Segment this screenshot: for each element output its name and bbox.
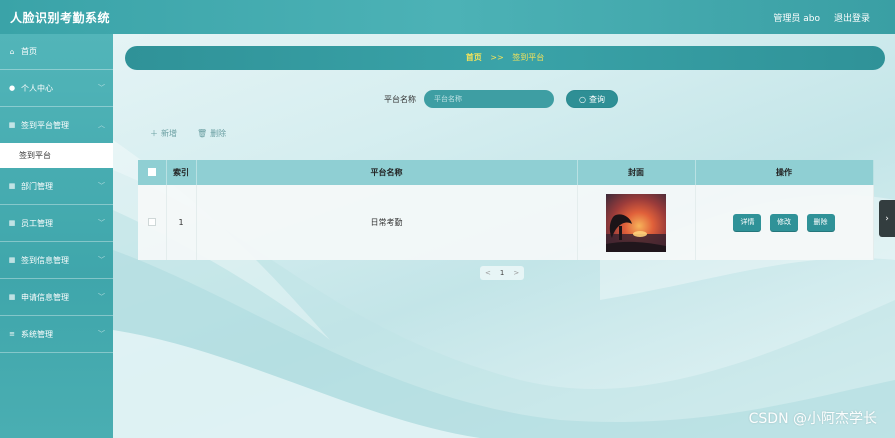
detail-button[interactable]: 详情: [733, 214, 762, 231]
delete-button-label: 删除: [210, 129, 227, 138]
search-button[interactable]: ○ 查询: [566, 90, 618, 108]
column-header-cover: 封面: [577, 160, 696, 185]
column-header-ops: 操作: [695, 160, 874, 185]
chevron-down-icon: ﹀: [98, 182, 105, 190]
app-title: 人脸识别考勤系统: [10, 11, 111, 25]
sidebar: ⌂ 首页 ● 个人中心 ﹀ ▦ 签到平台管理 ︿ 签到平台 ▦ 部门管理 ﹀ ▦…: [0, 34, 113, 438]
table-header-row: 索引 平台名称 封面 操作: [138, 160, 874, 185]
plus-icon: ＋: [150, 129, 158, 138]
user-label: 管理员 abo: [773, 14, 820, 24]
search-input[interactable]: [424, 90, 554, 108]
grid-icon: ▦: [8, 121, 16, 129]
top-right-links: 管理员 abo 退出登录: [773, 11, 870, 24]
grid-icon: ▦: [8, 182, 16, 190]
add-button[interactable]: ＋ 新增: [150, 128, 177, 139]
sidebar-item-label: 签到信息管理: [21, 255, 69, 265]
data-table: 索引 平台名称 封面 操作 1 日常考勤 详情 修改 删除: [138, 160, 874, 260]
grid-icon: ▦: [8, 219, 16, 227]
sidebar-item-label: 员工管理: [21, 218, 53, 228]
logout-link[interactable]: 退出登录: [834, 11, 870, 24]
chevron-down-icon: ﹀: [98, 293, 105, 301]
row-checkbox[interactable]: [147, 217, 156, 226]
cell-name: 日常考勤: [196, 185, 578, 260]
search-row: 平台名称 ○ 查询: [384, 90, 618, 108]
sidebar-item-system[interactable]: ≡ 系统管理 ﹀: [0, 316, 113, 353]
grid-icon: ▦: [8, 293, 16, 301]
top-bar: 人脸识别考勤系统 管理员 abo 退出登录: [0, 0, 895, 34]
chevron-up-icon: ︿: [98, 121, 105, 129]
sidebar-item-profile[interactable]: ● 个人中心 ﹀: [0, 70, 113, 107]
table-row: 1 日常考勤 详情 修改 删除: [138, 185, 874, 260]
sidebar-item-platform-management[interactable]: ▦ 签到平台管理 ︿: [0, 107, 113, 144]
list-icon: ≡: [9, 330, 15, 338]
cell-ops: 详情 修改 删除: [695, 185, 874, 260]
sidebar-item-label: 签到平台管理: [21, 120, 69, 130]
sidebar-item-home[interactable]: ⌂ 首页: [0, 34, 113, 70]
sidebar-item-signin-info[interactable]: ▦ 签到信息管理 ﹀: [0, 242, 113, 279]
column-header-name: 平台名称: [196, 160, 578, 185]
row-delete-button[interactable]: 删除: [806, 214, 835, 231]
trash-icon: 🗑: [197, 129, 208, 138]
sidebar-item-application-info[interactable]: ▦ 申请信息管理 ﹀: [0, 279, 113, 316]
sunset-tree-image: [606, 213, 666, 252]
select-all-checkbox[interactable]: [147, 167, 156, 176]
select-all-checkbox-cell[interactable]: [138, 160, 167, 185]
cover-image[interactable]: [606, 193, 666, 252]
sidebar-item-department[interactable]: ▦ 部门管理 ﹀: [0, 168, 113, 205]
sidebar-subitem-platform[interactable]: 签到平台: [0, 143, 113, 168]
breadcrumb: 首页 >> 签到平台: [125, 46, 885, 70]
breadcrumb-current: 签到平台: [512, 53, 545, 62]
column-header-index: 索引: [166, 160, 197, 185]
side-toggle-button[interactable]: ›: [879, 200, 895, 237]
pager-next-button[interactable]: >: [513, 269, 519, 277]
breadcrumb-separator: >>: [490, 53, 504, 62]
row-checkbox-cell[interactable]: [138, 185, 167, 260]
sidebar-item-label: 系统管理: [21, 329, 53, 339]
pager-page-number[interactable]: 1: [500, 269, 504, 277]
user-icon: ●: [8, 84, 16, 92]
cell-cover: [577, 185, 696, 260]
delete-button[interactable]: 🗑 删除: [197, 128, 226, 139]
sidebar-item-employee[interactable]: ▦ 员工管理 ﹀: [0, 205, 113, 242]
search-button-label: 查询: [588, 94, 605, 104]
search-icon: ○: [579, 94, 586, 104]
chevron-down-icon: ﹀: [98, 330, 105, 338]
action-row: ＋ 新增 🗑 删除: [150, 128, 226, 139]
add-button-label: 新增: [161, 129, 177, 138]
home-icon: ⌂: [9, 47, 15, 56]
sidebar-item-label: 首页: [21, 47, 37, 56]
chevron-down-icon: ﹀: [98, 256, 105, 264]
chevron-down-icon: ﹀: [98, 84, 105, 92]
search-label: 平台名称: [384, 94, 416, 104]
edit-button[interactable]: 修改: [770, 214, 798, 231]
cell-index: 1: [166, 185, 197, 260]
chevron-down-icon: ﹀: [98, 219, 105, 227]
sidebar-item-label: 申请信息管理: [21, 292, 69, 302]
breadcrumb-home[interactable]: 首页: [466, 53, 482, 62]
watermark: CSDN @小阿杰学长: [748, 411, 877, 427]
pager-prev-button[interactable]: <: [485, 269, 491, 277]
chevron-right-icon: ›: [885, 213, 889, 224]
sidebar-item-label: 部门管理: [21, 181, 53, 191]
sidebar-item-label: 个人中心: [21, 83, 53, 93]
grid-icon: ▦: [8, 256, 16, 264]
pagination: < 1 >: [480, 266, 525, 280]
